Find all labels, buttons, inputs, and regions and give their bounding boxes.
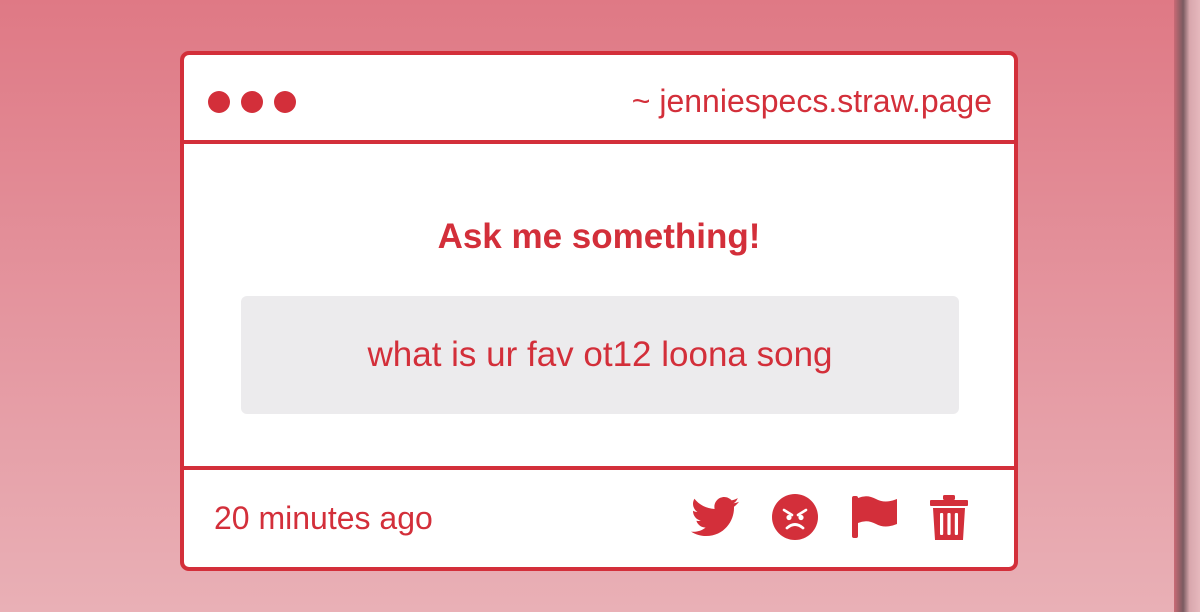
angry-face-icon[interactable]	[772, 494, 818, 540]
question-area: Ask me something! what is ur fav ot12 lo…	[184, 144, 1014, 470]
question-box: what is ur fav ot12 loona song	[241, 296, 959, 414]
window-dot-2	[241, 91, 263, 113]
question-text: what is ur fav ot12 loona song	[367, 335, 833, 374]
page-url[interactable]: ~ jenniespecs.straw.page	[632, 81, 992, 121]
window-dot-1	[208, 91, 230, 113]
window-titlebar: ~ jenniespecs.straw.page	[184, 55, 1014, 144]
action-bar	[691, 494, 968, 540]
twitter-icon[interactable]	[691, 497, 739, 537]
flag-icon[interactable]	[851, 494, 897, 540]
trash-icon[interactable]	[930, 494, 968, 540]
card-footer: 20 minutes ago	[184, 466, 1014, 567]
page-title: Ask me something!	[437, 217, 761, 256]
right-edge-strip	[1174, 0, 1200, 612]
ask-card: ~ jenniespecs.straw.page Ask me somethin…	[180, 51, 1018, 571]
window-dot-3	[274, 91, 296, 113]
window-dots	[208, 91, 296, 113]
timestamp: 20 minutes ago	[214, 500, 433, 536]
